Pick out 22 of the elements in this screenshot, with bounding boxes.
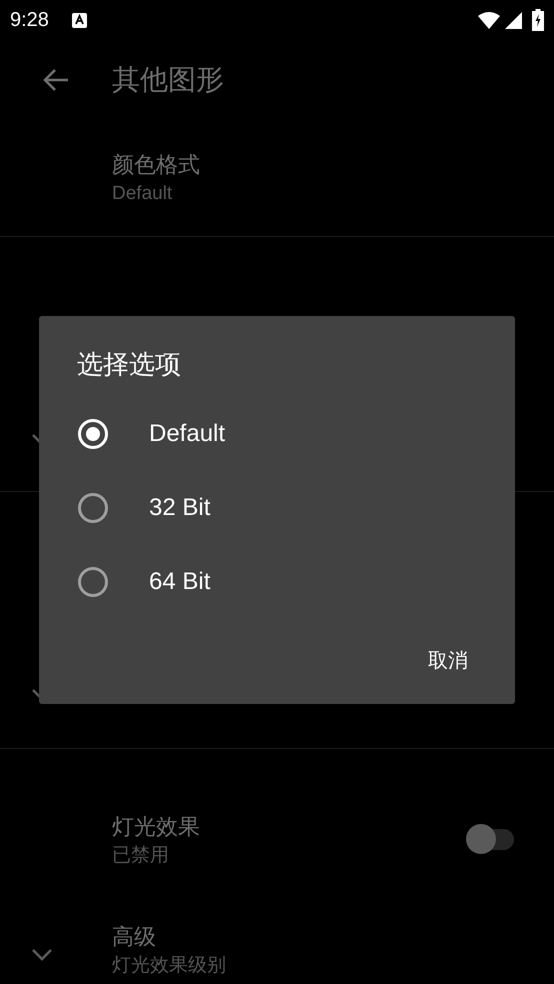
- radio-option[interactable]: Default: [39, 397, 515, 471]
- toggle-switch[interactable]: [466, 824, 514, 854]
- radio-button[interactable]: [78, 567, 108, 597]
- setting-title: 灯光效果: [112, 813, 200, 841]
- dialog-title: 选择选项: [76, 348, 181, 381]
- radio-option[interactable]: 64 Bit: [39, 545, 515, 619]
- setting-title: 高级: [112, 923, 156, 951]
- radio-option[interactable]: 32 Bit: [39, 471, 515, 545]
- wifi-icon: [478, 12, 500, 28]
- clock: 9:28: [10, 8, 49, 33]
- setting-title: 颜色格式: [112, 151, 200, 179]
- setting-summary: 灯光效果级别: [112, 954, 226, 978]
- chevron-down-icon[interactable]: [31, 948, 53, 962]
- keyboard-a-icon: [72, 12, 87, 28]
- setting-summary: Default: [112, 182, 172, 206]
- battery-charging-icon: [532, 9, 544, 31]
- page-title: 其他图形: [112, 63, 224, 97]
- signal-icon: [505, 12, 522, 28]
- back-arrow-icon[interactable]: [43, 68, 69, 92]
- radio-button[interactable]: [78, 493, 108, 523]
- cancel-button[interactable]: 取消: [412, 637, 484, 685]
- setting-summary: 已禁用: [112, 844, 169, 868]
